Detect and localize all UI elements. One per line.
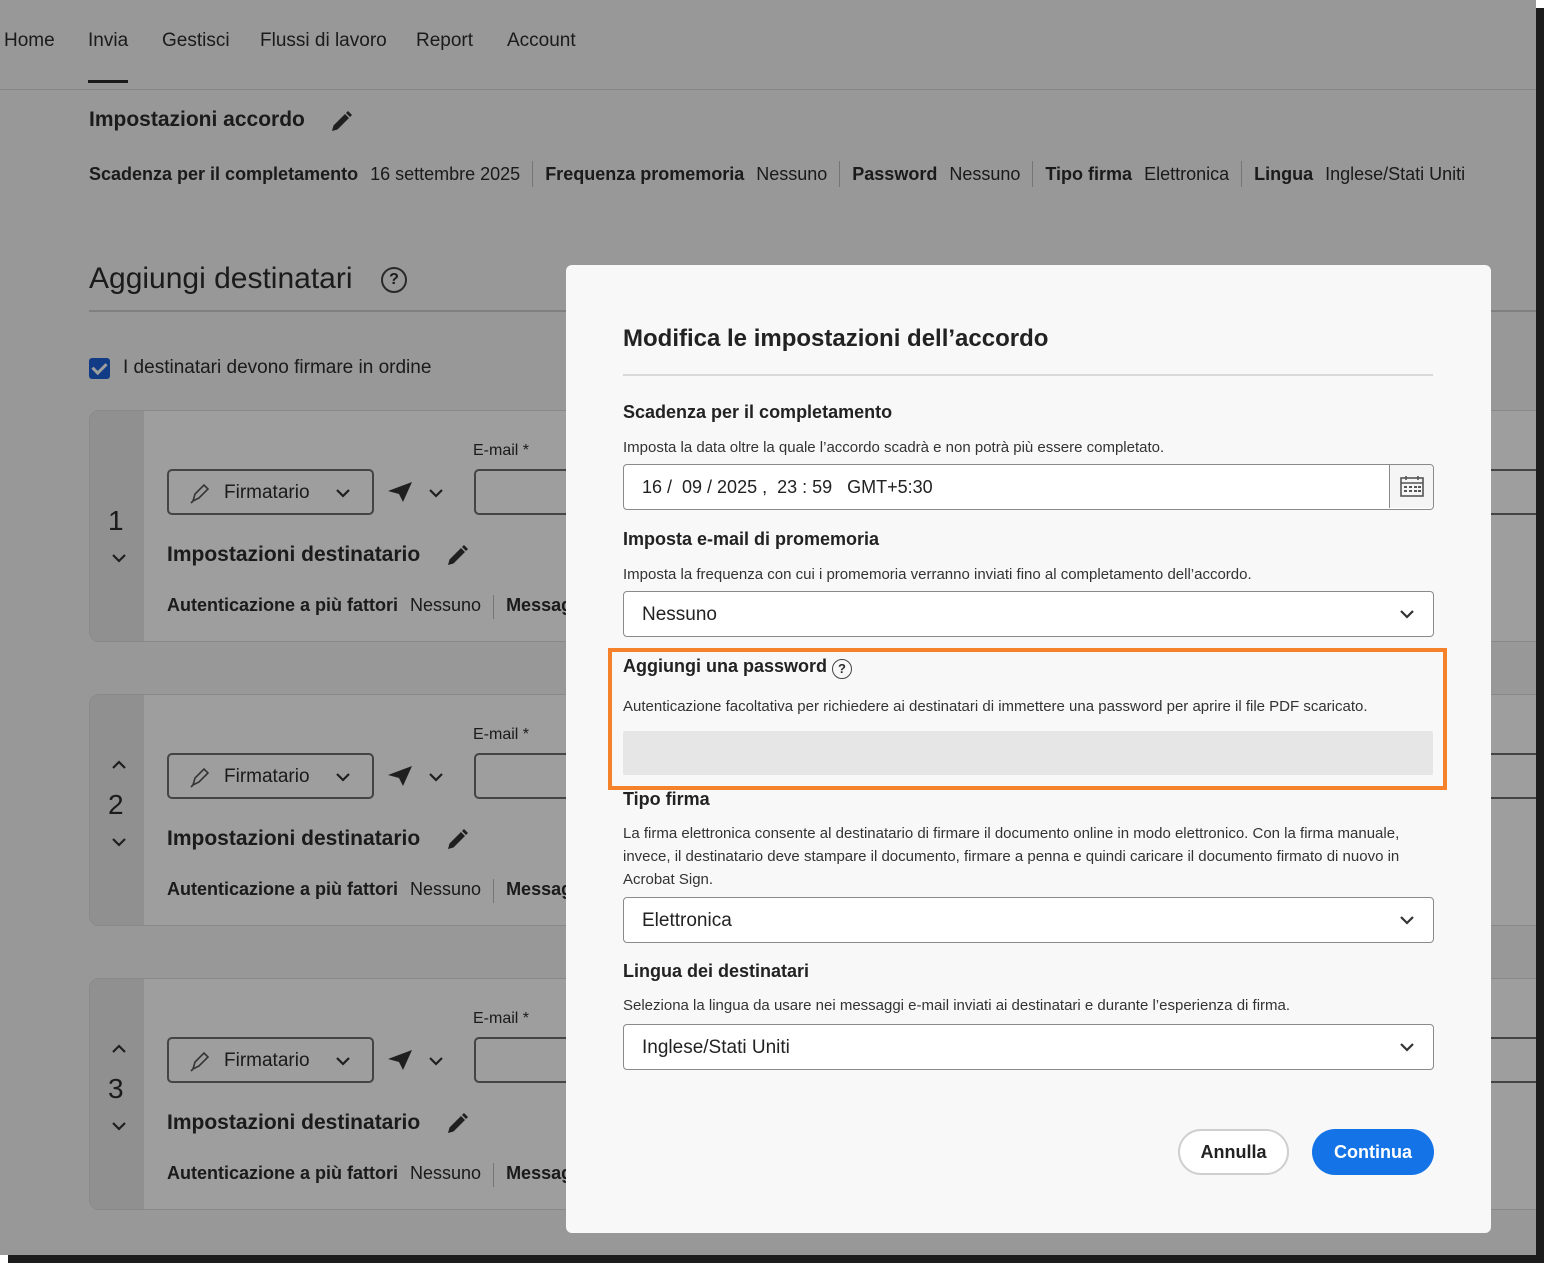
calendar-button[interactable] [1389, 465, 1433, 508]
deadline-description: Imposta la data oltre la quale l’accordo… [623, 439, 1165, 456]
cancel-button[interactable]: Annulla [1178, 1129, 1289, 1175]
signature-type-description: La firma elettronica consente al destina… [623, 825, 1400, 888]
app-frame: Home Invia Gestisci Flussi di lavoro Rep… [0, 0, 1536, 1255]
edit-agreement-settings-dialog: Modifica le impostazioni dell’accordo Sc… [566, 265, 1491, 1233]
chevron-down-icon [1400, 610, 1414, 619]
chevron-down-icon [1400, 1043, 1414, 1052]
deadline-datetime-input[interactable]: 16 / 09 / 2025 , 23 : 59 GMT+5:30 [623, 464, 1434, 510]
signature-type-select[interactable]: Elettronica [623, 897, 1434, 943]
language-description: Seleziona la lingua da usare nei messagg… [623, 997, 1291, 1014]
chevron-down-icon [1400, 916, 1414, 925]
deadline-heading: Scadenza per il completamento [623, 402, 893, 422]
deadline-datetime-value: 16 / 09 / 2025 , 23 : 59 GMT+5:30 [642, 477, 933, 497]
reminder-selected-value: Nessuno [642, 604, 717, 625]
signature-type-selected-value: Elettronica [642, 910, 732, 931]
reminder-description: Imposta la frequenza con cui i promemori… [623, 566, 1252, 583]
calendar-icon [1400, 476, 1424, 497]
language-heading: Lingua dei destinatari [623, 961, 810, 981]
reminder-select[interactable]: Nessuno [623, 591, 1434, 637]
reminder-heading: Imposta e-mail di promemoria [623, 529, 880, 549]
continue-button[interactable]: Continua [1312, 1129, 1434, 1175]
highlight-box [608, 648, 1447, 790]
language-selected-value: Inglese/Stati Uniti [642, 1037, 790, 1058]
language-select[interactable]: Inglese/Stati Uniti [623, 1024, 1434, 1070]
dialog-divider [623, 374, 1433, 376]
signature-type-heading: Tipo firma [623, 789, 710, 809]
dialog-title: Modifica le impostazioni dell’accordo [623, 325, 1049, 352]
